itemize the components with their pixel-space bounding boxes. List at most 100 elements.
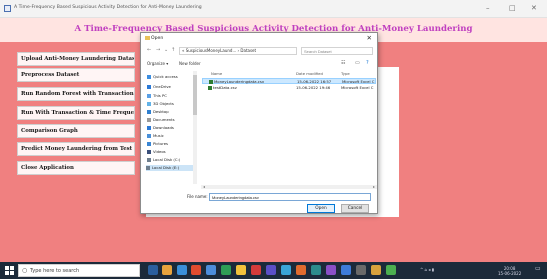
csv-file-icon xyxy=(208,86,212,90)
nav-item-pictures[interactable]: Pictures xyxy=(147,141,168,147)
close-window-button[interactable]: ✕ xyxy=(531,3,537,13)
preprocess-dataset-button[interactable]: Preprocess Dataset xyxy=(17,68,135,82)
nav-item-videos[interactable]: Videos xyxy=(147,149,166,155)
chevron-down-icon[interactable]: ⌄ xyxy=(164,47,168,53)
file-name-label: File name: xyxy=(187,194,208,199)
help-icon[interactable]: ? xyxy=(366,60,369,66)
navigation-scrollbar[interactable] xyxy=(193,71,197,184)
app-icon[interactable] xyxy=(371,265,381,275)
nav-item-downloads[interactable]: Downloads xyxy=(147,125,174,131)
back-arrow-icon[interactable]: ← xyxy=(147,47,151,53)
nav-item-quick-access[interactable]: Quick access xyxy=(147,74,178,80)
app-icon[interactable] xyxy=(281,265,291,275)
comparison-graph-button[interactable]: Comparison Graph xyxy=(17,124,135,138)
horizontal-scrollbar[interactable]: ◂ ▸ xyxy=(201,184,377,189)
organize-button[interactable]: Organize ▾ xyxy=(147,61,168,66)
video-icon xyxy=(147,150,151,154)
cancel-button[interactable]: Cancel xyxy=(341,204,369,213)
scroll-right-icon[interactable]: ▸ xyxy=(373,184,375,189)
disk-icon xyxy=(147,158,151,162)
up-arrow-icon[interactable]: ↑ xyxy=(171,47,175,53)
upload-dataset-button[interactable]: Upload Anti-Money Laundering Dataset xyxy=(17,52,135,66)
nav-item-documents[interactable]: Documents xyxy=(147,117,175,123)
path-breadcrumb[interactable]: « SuspiciousMoneyLaund... › Dataset xyxy=(179,47,297,55)
predict-test-data-button[interactable]: Predict Money Laundering from Test Data xyxy=(17,142,135,156)
disk-icon xyxy=(146,166,150,170)
search-icon: ○ xyxy=(22,267,28,274)
nav-item-this-pc[interactable]: This PC xyxy=(147,93,167,99)
window-titlebar: A Time-Frequency Based Suspicious Activi… xyxy=(0,0,547,18)
file-explorer-icon[interactable] xyxy=(162,265,172,275)
chrome-icon[interactable] xyxy=(251,265,261,275)
app-icon[interactable] xyxy=(266,265,276,275)
file-list: Name Date modified Type MoneyLaunderingd… xyxy=(201,71,377,184)
music-icon xyxy=(147,134,151,138)
preview-pane-icon[interactable]: ▭ xyxy=(355,60,360,66)
dialog-titlebar: Open ✕ xyxy=(141,33,377,44)
file-row[interactable]: testData.csv 15-06-2022 19:46 Microsoft … xyxy=(202,85,376,91)
column-header-date[interactable]: Date modified xyxy=(296,71,323,76)
view-options-icon[interactable]: ☷ xyxy=(341,60,345,66)
cloud-icon xyxy=(147,85,151,89)
app-icon[interactable] xyxy=(386,265,396,275)
file-row[interactable]: MoneyLaunderingdata.csv 15-06-2022 16:57… xyxy=(202,78,376,84)
column-header-name[interactable]: Name xyxy=(211,71,222,76)
new-folder-button[interactable]: New folder xyxy=(179,61,201,66)
address-row: ← → ⌄ ↑ « SuspiciousMoneyLaund... › Data… xyxy=(141,45,377,57)
navigation-pane: Quick access OneDrive This PC 3D Objects… xyxy=(143,71,199,184)
window-title: A Time-Frequency Based Suspicious Activi… xyxy=(14,5,202,10)
app-icon[interactable] xyxy=(326,265,336,275)
close-application-button[interactable]: Close Application xyxy=(17,161,135,175)
windows-start-icon[interactable] xyxy=(5,266,14,275)
open-file-dialog: Open ✕ ← → ⌄ ↑ « SuspiciousMoneyLaund...… xyxy=(140,32,378,214)
run-time-frequency-button[interactable]: Run With Transaction & Time Frequency xyxy=(17,106,135,120)
system-tray-icons[interactable]: ^ ⌂ ◂ ▮ xyxy=(420,267,434,272)
dialog-toolbar: Organize ▾ New folder ☷ ▭ ? xyxy=(141,59,377,69)
download-icon xyxy=(147,126,151,130)
app-icon[interactable] xyxy=(311,265,321,275)
dialog-title: Open xyxy=(151,36,164,41)
computer-icon xyxy=(147,94,151,98)
taskbar: ○ Type here to search ^ ⌂ ◂ ▮ 20:08 15-06… xyxy=(0,262,547,279)
column-header-type[interactable]: Type xyxy=(341,71,350,76)
file-name-row: File name: xyxy=(141,193,377,201)
taskbar-search[interactable]: ○ Type here to search xyxy=(18,264,140,277)
task-view-icon[interactable] xyxy=(148,265,158,275)
scroll-left-icon[interactable]: ◂ xyxy=(203,184,205,189)
app-feather-icon xyxy=(4,5,11,12)
file-type: Microsoft Excel C xyxy=(341,85,374,90)
terminal-icon[interactable] xyxy=(356,265,366,275)
forward-arrow-icon[interactable]: → xyxy=(156,47,160,53)
clock[interactable]: 20:08 15-06-2022 xyxy=(498,266,521,276)
scrollbar-thumb[interactable] xyxy=(193,75,197,115)
picture-icon xyxy=(147,142,151,146)
notification-icon[interactable]: ▭ xyxy=(535,265,541,272)
store-icon[interactable] xyxy=(221,265,231,275)
dialog-close-button[interactable]: ✕ xyxy=(367,34,372,42)
python-icon[interactable] xyxy=(341,265,351,275)
mail-icon[interactable] xyxy=(206,265,216,275)
office-icon[interactable] xyxy=(191,265,201,275)
open-button[interactable]: Open xyxy=(307,204,335,213)
file-name-input[interactable] xyxy=(209,193,371,201)
folder-icon xyxy=(145,36,150,40)
taskbar-search-placeholder: Type here to search xyxy=(30,268,80,274)
nav-item-3d-objects[interactable]: 3D Objects xyxy=(147,101,174,107)
minimize-button[interactable]: – xyxy=(486,3,490,13)
desktop-icon xyxy=(147,110,151,114)
edge-icon[interactable] xyxy=(177,265,187,275)
dialog-search-input[interactable] xyxy=(301,47,373,55)
folder-icon[interactable] xyxy=(236,265,246,275)
nav-item-local-disk-e[interactable]: Local Disk (E:) xyxy=(146,165,194,171)
maximize-button[interactable]: □ xyxy=(509,3,516,13)
run-random-forest-button[interactable]: Run Random Forest with Transaction xyxy=(17,87,135,101)
cube-icon xyxy=(147,102,151,106)
nav-item-onedrive[interactable]: OneDrive xyxy=(147,84,171,90)
nav-item-local-disk-c[interactable]: Local Disk (C:) xyxy=(147,157,180,163)
app-icon[interactable] xyxy=(296,265,306,275)
nav-item-desktop[interactable]: Desktop xyxy=(147,109,169,115)
csv-file-icon xyxy=(209,80,213,84)
file-date: 15-06-2022 19:46 xyxy=(296,85,331,90)
nav-item-music[interactable]: Music xyxy=(147,133,164,139)
file-name: testData.csv xyxy=(213,85,237,90)
